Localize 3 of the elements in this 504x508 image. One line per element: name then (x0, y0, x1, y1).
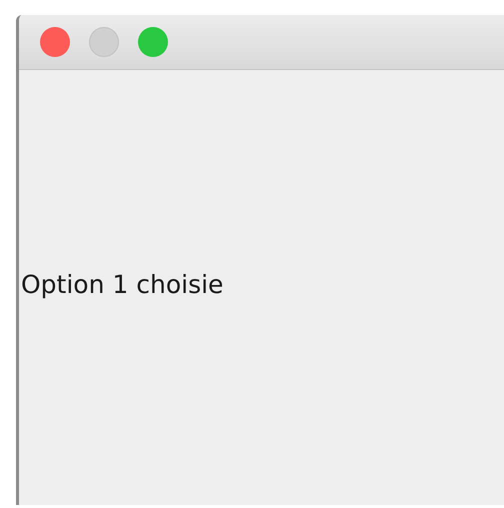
zoom-button[interactable] (138, 27, 168, 57)
close-button[interactable] (40, 27, 70, 57)
status-label: Option 1 choisie (21, 270, 224, 299)
